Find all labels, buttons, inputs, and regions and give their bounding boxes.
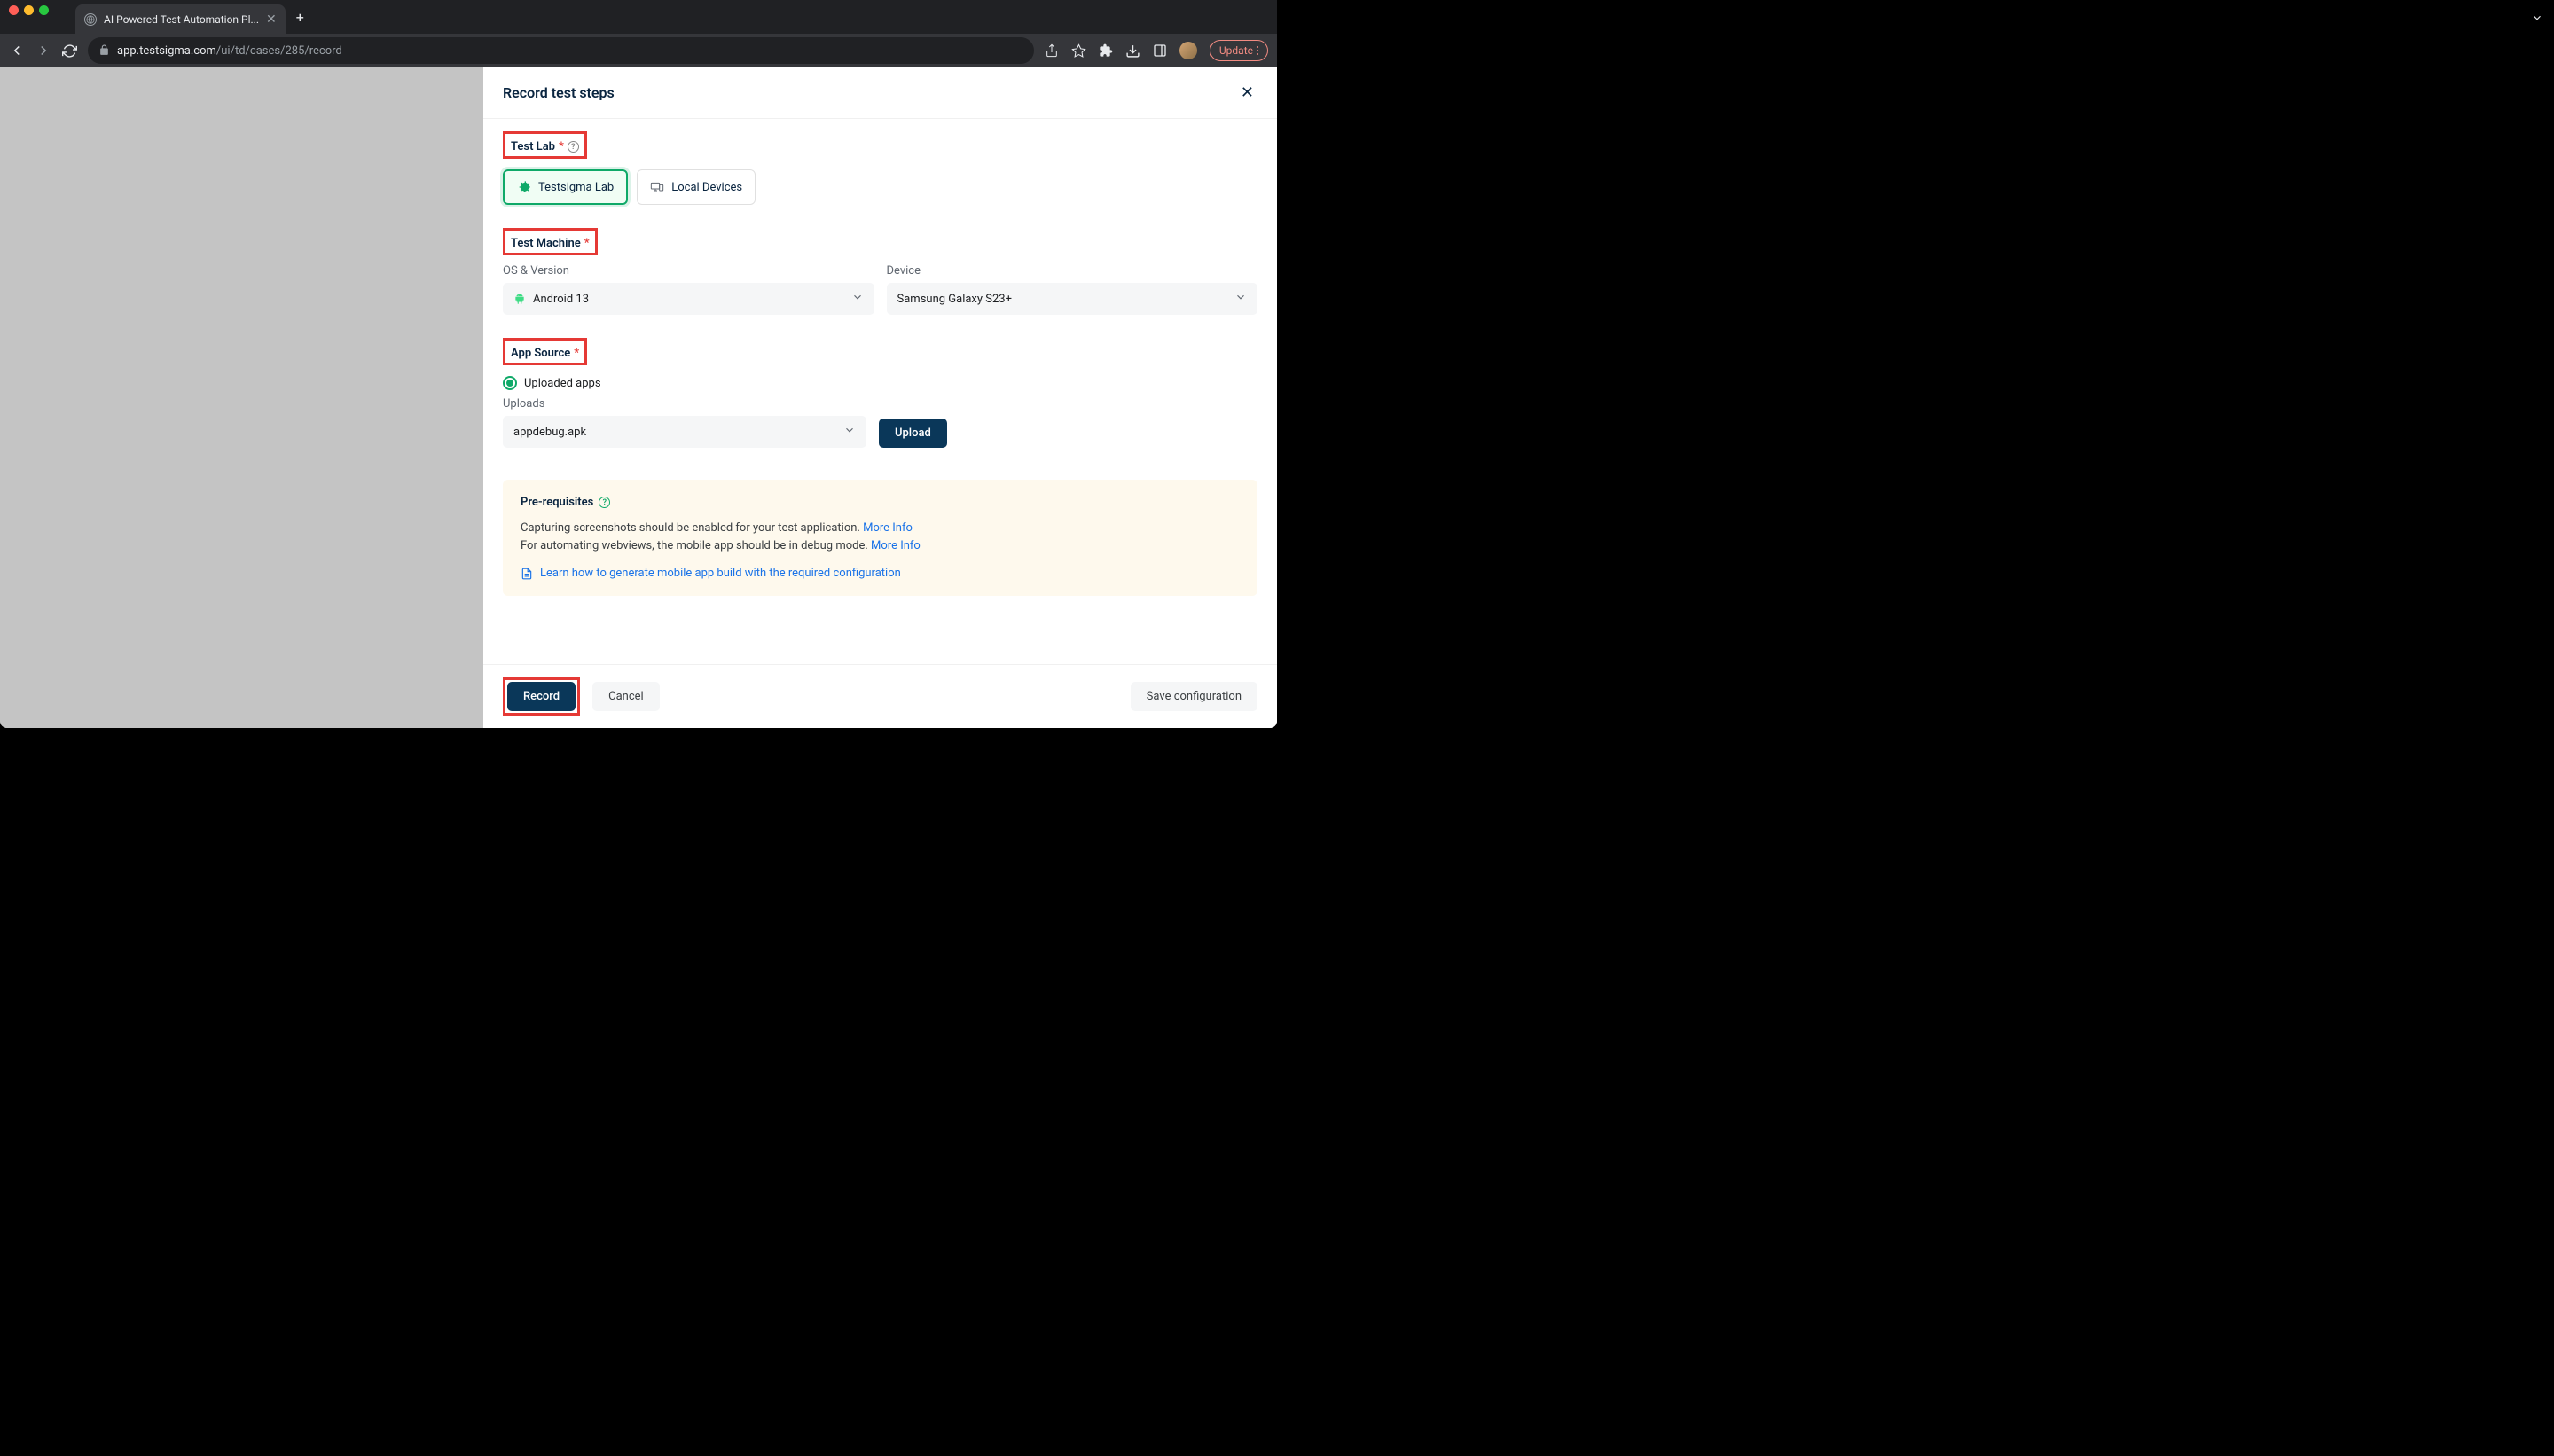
device-select[interactable]: Samsung Galaxy S23+ [887, 283, 1258, 315]
required-star: * [574, 347, 579, 360]
window-close-dot[interactable] [9, 5, 19, 15]
uploads-select[interactable]: appdebug.apk [503, 416, 866, 448]
url-path: /ui/td/cases/285/record [216, 44, 342, 58]
update-label: Update [1219, 44, 1253, 57]
browser-toolbar: app.testsigma.com/ui/td/cases/285/record… [0, 34, 1277, 67]
browser-tab[interactable]: AI Powered Test Automation Pl... ✕ [75, 4, 286, 34]
option-label: Local Devices [671, 181, 742, 194]
tab-title: AI Powered Test Automation Pl... [104, 13, 259, 26]
os-version-label: OS & Version [503, 264, 874, 278]
extensions-icon[interactable] [1099, 43, 1113, 58]
uploaded-apps-radio[interactable]: Uploaded apps [503, 376, 1257, 390]
cancel-button[interactable]: Cancel [592, 682, 660, 711]
panel-header: Record test steps ✕ [483, 67, 1277, 119]
upload-button[interactable]: Upload [879, 419, 947, 448]
uploads-value: appdebug.apk [513, 426, 586, 439]
test-lab-label: Test Lab * ? [511, 140, 579, 153]
test-lab-label-highlight: Test Lab * ? [503, 131, 587, 159]
back-button[interactable] [9, 43, 25, 59]
learn-link[interactable]: Learn how to generate mobile app build w… [521, 567, 1240, 580]
more-info-link-1[interactable]: More Info [863, 521, 913, 535]
app-source-label-highlight: App Source * [503, 338, 587, 365]
url-host: app.testsigma.com [117, 44, 216, 58]
record-panel: Record test steps ✕ Test Lab * ? Testsig… [483, 67, 1277, 728]
window-controls [9, 5, 49, 15]
app-source-label: App Source * [511, 347, 579, 360]
os-version-select[interactable]: Android 13 [503, 283, 874, 315]
window-max-dot[interactable] [39, 5, 49, 15]
os-value: Android 13 [533, 293, 589, 306]
panel-title: Record test steps [503, 84, 615, 101]
toolbar-icons: Update [1045, 40, 1268, 61]
sidepanel-icon[interactable] [1153, 43, 1167, 58]
tab-close-icon[interactable]: ✕ [266, 12, 277, 27]
menu-dots-icon [1257, 46, 1258, 55]
android-icon [513, 293, 526, 305]
panel-body: Test Lab * ? Testsigma Lab Local Devices [483, 119, 1277, 664]
tab-bar: AI Powered Test Automation Pl... ✕ + [0, 0, 1277, 34]
record-button-highlight: Record [503, 677, 580, 716]
chevron-down-icon [851, 291, 864, 307]
panel-footer: Record Cancel Save configuration [483, 664, 1277, 728]
chevron-down-icon [843, 424, 856, 440]
tabs-menu-icon[interactable] [2531, 11, 2543, 27]
device-value: Samsung Galaxy S23+ [897, 293, 1012, 306]
profile-avatar[interactable] [1179, 42, 1197, 59]
reload-button[interactable] [62, 43, 77, 59]
globe-icon [84, 13, 97, 26]
update-button[interactable]: Update [1210, 40, 1268, 61]
required-star: * [559, 140, 564, 153]
close-icon[interactable]: ✕ [1237, 80, 1257, 106]
page-content: Record test steps ✕ Test Lab * ? Testsig… [0, 67, 1277, 728]
testsigma-lab-option[interactable]: Testsigma Lab [503, 169, 628, 205]
test-machine-label-highlight: Test Machine * [503, 228, 598, 255]
device-label: Device [887, 264, 1258, 278]
new-tab-button[interactable]: + [296, 9, 304, 26]
option-label: Testsigma Lab [538, 181, 614, 194]
record-button[interactable]: Record [507, 682, 576, 711]
more-info-link-2[interactable]: More Info [871, 539, 921, 552]
star-icon[interactable] [1071, 43, 1086, 59]
test-lab-options: Testsigma Lab Local Devices [503, 169, 1257, 205]
share-icon[interactable] [1045, 43, 1059, 58]
prereq-title: Pre-requisites ? [521, 496, 1240, 509]
local-devices-option[interactable]: Local Devices [637, 169, 756, 205]
url-bar[interactable]: app.testsigma.com/ui/td/cases/285/record [88, 37, 1034, 64]
chevron-down-icon [1234, 291, 1247, 307]
prereq-text: Capturing screenshots should be enabled … [521, 520, 1240, 554]
gear-icon [517, 180, 531, 194]
radio-icon [503, 376, 517, 390]
document-icon [521, 568, 533, 580]
prerequisites-box: Pre-requisites ? Capturing screenshots s… [503, 480, 1257, 596]
test-machine-label: Test Machine * [511, 237, 590, 250]
learn-link-text: Learn how to generate mobile app build w… [540, 567, 901, 580]
help-icon[interactable]: ? [599, 497, 610, 508]
forward-button[interactable] [35, 43, 51, 59]
devices-icon [650, 180, 664, 194]
required-star: * [584, 237, 590, 250]
lock-icon [98, 43, 110, 59]
save-config-button[interactable]: Save configuration [1131, 682, 1257, 711]
help-icon[interactable]: ? [568, 141, 579, 153]
url-text: app.testsigma.com/ui/td/cases/285/record [117, 44, 342, 58]
uploads-label: Uploads [503, 397, 866, 411]
radio-label: Uploaded apps [524, 377, 601, 390]
window-min-dot[interactable] [24, 5, 34, 15]
download-icon[interactable] [1125, 43, 1140, 59]
